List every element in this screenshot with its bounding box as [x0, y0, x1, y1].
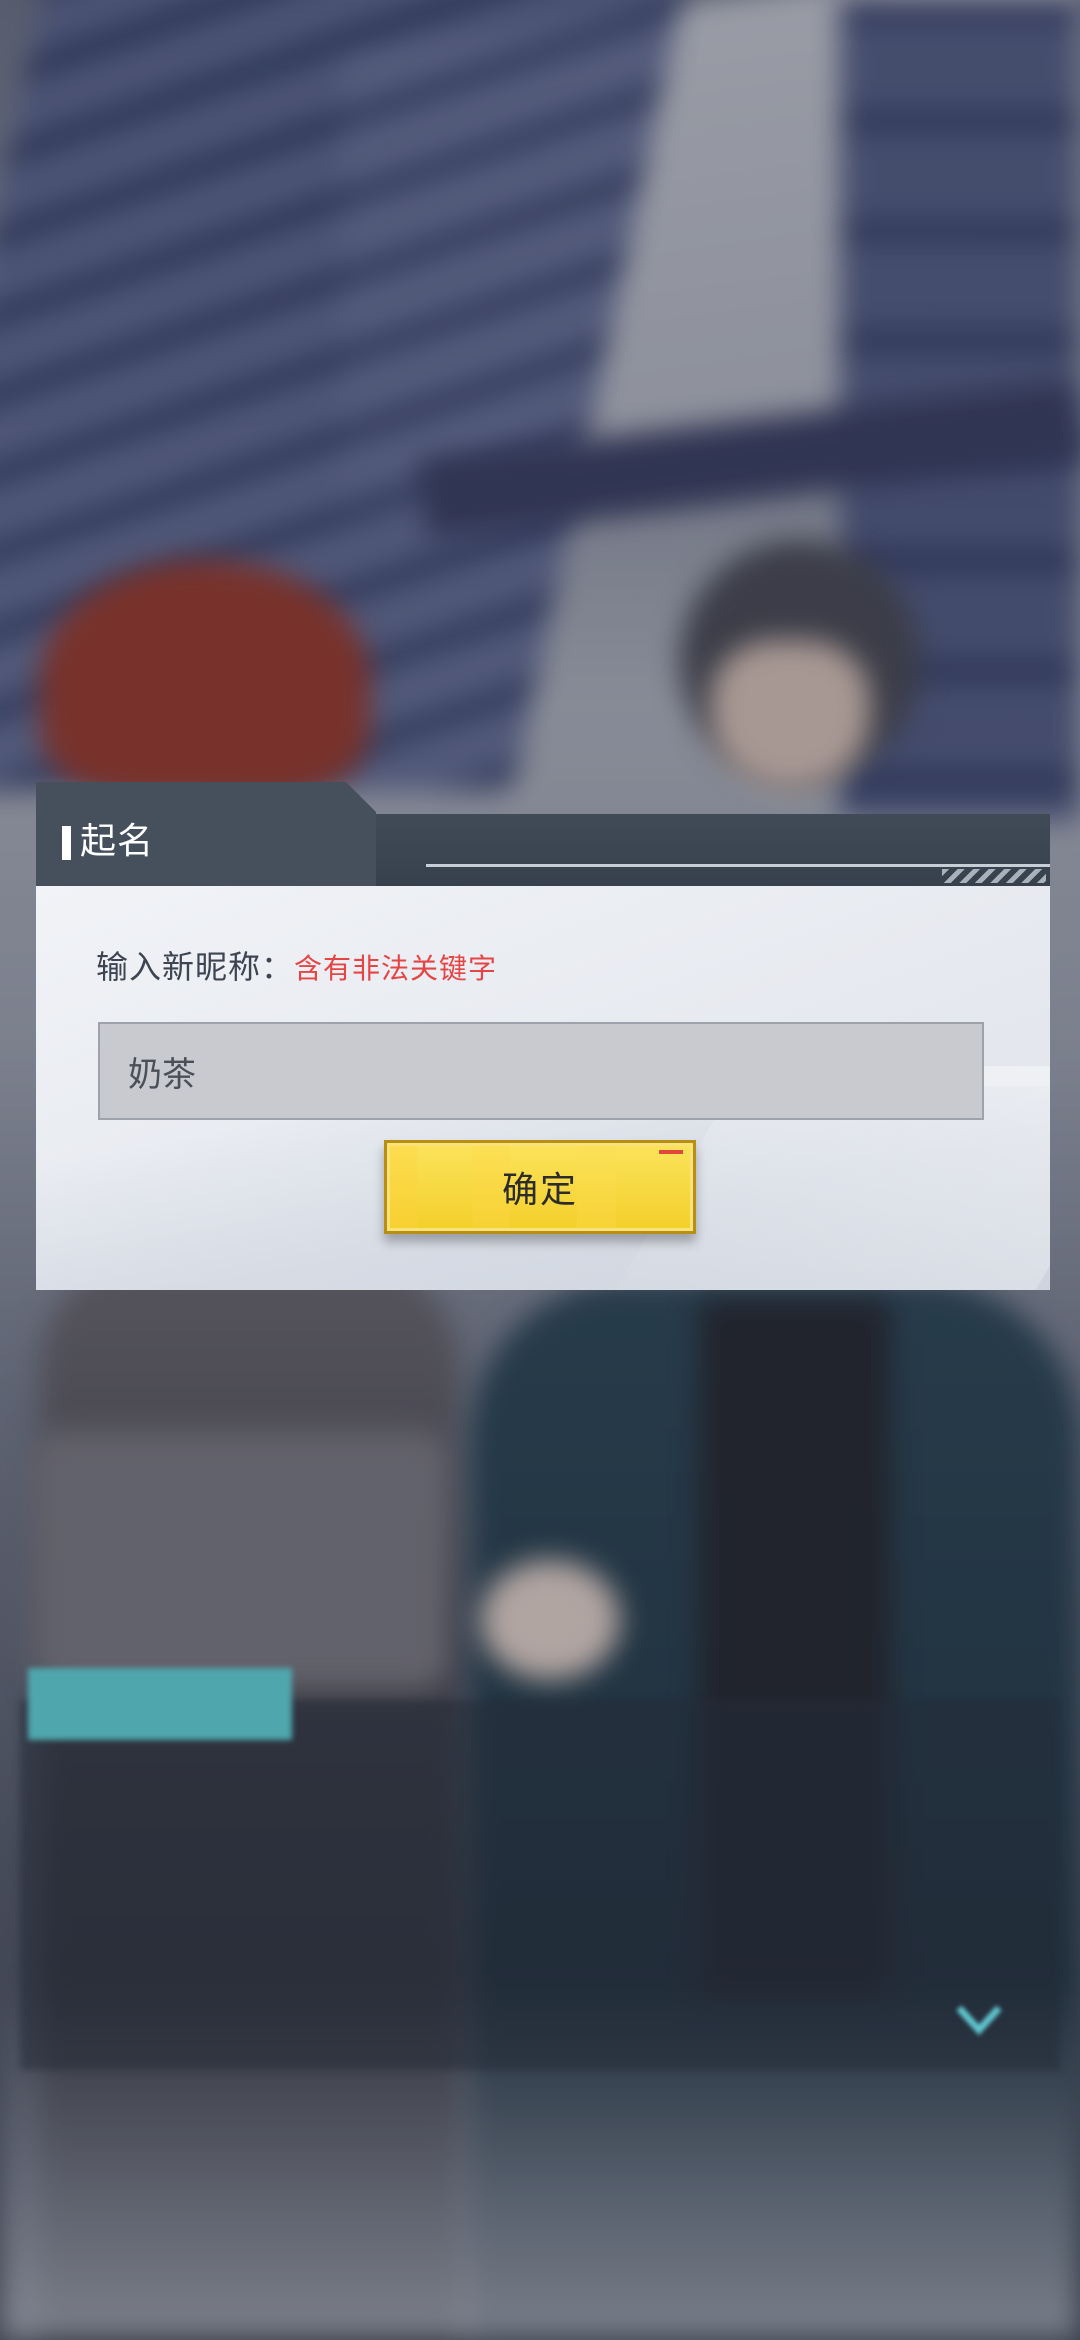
error-message: 含有非法关键字	[294, 952, 498, 985]
confirm-button-label: 确定	[501, 1170, 578, 1211]
confirm-button[interactable]: 确定	[384, 1140, 696, 1234]
title-marker	[62, 826, 71, 860]
dialog-header: 起名	[36, 782, 1050, 886]
button-corner-accent	[659, 1150, 683, 1154]
header-hatch-decoration	[942, 869, 1046, 883]
rename-dialog: 起名 输入新昵称：含有非法关键字 确定	[36, 782, 1050, 1290]
nickname-input[interactable]	[98, 1022, 984, 1120]
dialogue-box[interactable]	[20, 1700, 1060, 2070]
speaker-name-tag	[28, 1668, 292, 1740]
dialog-title: 起名	[80, 821, 155, 862]
nickname-prompt: 输入新昵称：含有非法关键字	[96, 942, 497, 988]
header-divider	[426, 864, 1050, 867]
nickname-label: 输入新昵称：	[96, 948, 295, 986]
advance-chevron-icon[interactable]	[955, 2000, 1003, 2040]
dialog-body: 输入新昵称：含有非法关键字 确定	[36, 886, 1050, 1290]
